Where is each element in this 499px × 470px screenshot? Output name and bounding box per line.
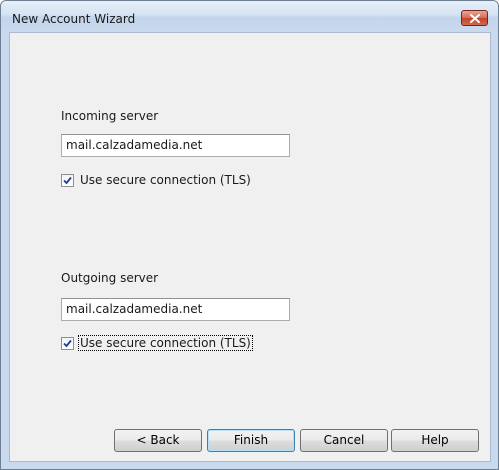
incoming-tls-label: Use secure connection (TLS) (80, 173, 251, 187)
wizard-window: New Account Wizard Incoming server mail.… (0, 0, 499, 470)
outgoing-tls-label: Use secure connection (TLS) (78, 335, 253, 351)
outgoing-server-label: Outgoing server (61, 271, 159, 285)
finish-button[interactable]: Finish (207, 429, 295, 452)
incoming-tls-checkbox-row[interactable]: Use secure connection (TLS) (61, 173, 252, 187)
close-button[interactable] (461, 10, 488, 26)
wizard-page: Incoming server mail.calzadamedia.net Us… (9, 32, 491, 462)
cancel-button[interactable]: Cancel (300, 429, 388, 452)
back-button[interactable]: < Back (114, 429, 202, 452)
checkmark-icon (63, 176, 72, 184)
outgoing-tls-checkbox[interactable] (61, 336, 74, 350)
incoming-tls-checkbox[interactable] (61, 173, 74, 187)
outgoing-server-input[interactable]: mail.calzadamedia.net (61, 298, 290, 321)
outgoing-tls-checkbox-row[interactable]: Use secure connection (TLS) (61, 335, 253, 351)
close-icon (470, 14, 480, 23)
incoming-server-input[interactable]: mail.calzadamedia.net (61, 134, 290, 157)
title-bar[interactable]: New Account Wizard (1, 1, 498, 31)
help-button[interactable]: Help (391, 429, 479, 452)
window-title: New Account Wizard (12, 12, 136, 26)
incoming-server-label: Incoming server (61, 109, 159, 123)
checkmark-icon (63, 339, 72, 347)
